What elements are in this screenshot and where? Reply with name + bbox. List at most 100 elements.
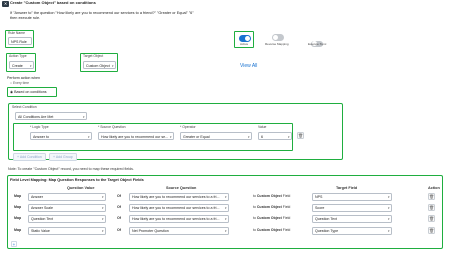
to-object-field-label: to Custom Object Field xyxy=(253,216,291,220)
condition-value-select[interactable]: 6 ▾ xyxy=(258,132,292,140)
chevron-down-icon: ▾ xyxy=(224,195,227,200)
source-question-value: Net Promoter Question xyxy=(132,229,169,234)
based-on-conditions-label: Based on conditions xyxy=(14,89,47,94)
chevron-down-icon: ▾ xyxy=(101,217,104,222)
chevron-down-icon: ▾ xyxy=(224,217,227,222)
question-value-select[interactable]: Question Text ▾ xyxy=(28,214,106,223)
rule-description-title: Create "Custom Object" based on conditio… xyxy=(10,0,96,5)
reverse-mapping-label: Reverse Mapping xyxy=(265,42,289,46)
close-icon: ✕ xyxy=(3,1,8,6)
question-value-header: Question Value xyxy=(67,186,95,190)
operator-select[interactable]: Greater or Equal ▾ xyxy=(180,132,252,140)
question-value-select[interactable]: Answer ▾ xyxy=(28,192,106,201)
logic-type-value: Answer to xyxy=(33,134,49,139)
chevron-down-icon: ▾ xyxy=(101,195,104,200)
source-question-select[interactable]: How likely are you to recommend our serv… xyxy=(129,192,229,201)
action-type-label: Action Type xyxy=(9,54,27,58)
operator-header: * Operator xyxy=(180,125,196,129)
target-field-select[interactable]: Score ▾ xyxy=(312,203,392,212)
map-label: Map xyxy=(14,205,22,209)
every-time-radio-icon: ○ xyxy=(10,81,13,85)
rule-description-suffix: then execute rule. xyxy=(10,16,41,20)
target-field-select[interactable]: NPS ▾ xyxy=(312,192,392,201)
chevron-down-icon: ▾ xyxy=(29,63,32,68)
operator-value: Greater or Equal xyxy=(183,134,210,139)
field-mapping-title: Field Level Mapping: Map Question Respon… xyxy=(10,178,144,182)
map-label: Map xyxy=(14,216,22,220)
add-group-button[interactable]: + Add Group xyxy=(49,152,77,161)
chevron-down-icon: ▾ xyxy=(82,114,85,119)
map-label: Map xyxy=(14,228,22,232)
close-button[interactable]: ✕ xyxy=(2,1,9,7)
to-object-field-label: to Custom Object Field xyxy=(253,228,291,232)
add-mapping-row-button[interactable]: + xyxy=(11,241,17,247)
condition-value-value: 6 xyxy=(261,134,263,139)
select-condition-dropdown[interactable]: All Conditions Are Met ▾ xyxy=(15,112,87,120)
add-condition-button[interactable]: + Add Condition xyxy=(13,152,46,161)
mapping-row: Map Answer Scale ▾ Of How likely are you… xyxy=(8,203,444,212)
perform-action-title: Perform action when xyxy=(7,76,40,80)
chevron-down-icon: ▾ xyxy=(111,63,114,68)
select-condition-label: Select Condition xyxy=(12,105,37,109)
source-question-col-header: Source Question xyxy=(166,186,197,190)
delete-condition-button[interactable]: 🗑 xyxy=(297,132,304,139)
trash-icon: 🗑 xyxy=(429,216,435,221)
action-type-value: Create xyxy=(12,63,23,68)
based-on-conditions-radio-icon: ◉ xyxy=(10,89,14,94)
chevron-down-icon: ▾ xyxy=(387,217,390,222)
delete-mapping-button[interactable]: 🗑 xyxy=(428,193,435,200)
question-value-select[interactable]: Static Value ▾ xyxy=(28,226,106,235)
condition-source-question-select[interactable]: How likely are you to recommend our se..… xyxy=(98,132,174,140)
condition-group-box: * Logic Type * Source Question * Operato… xyxy=(13,123,293,151)
mapping-row: Map Question Text ▾ Of How likely are yo… xyxy=(8,214,444,223)
delete-mapping-button[interactable]: 🗑 xyxy=(428,215,435,222)
chevron-down-icon: ▾ xyxy=(101,229,104,234)
chevron-down-icon: ▾ xyxy=(224,206,227,211)
reverse-mapping-toggle[interactable] xyxy=(272,34,284,41)
based-on-conditions-option[interactable]: ◉ Based on conditions xyxy=(7,87,57,97)
every-time-option[interactable]: ○ Every time xyxy=(10,81,30,86)
delete-mapping-button[interactable]: 🗑 xyxy=(428,227,435,234)
question-value-value: Answer Scale xyxy=(31,206,53,211)
source-question-select[interactable]: How likely are you to recommend our serv… xyxy=(129,214,229,223)
target-field-select[interactable]: Question Text ▾ xyxy=(312,214,392,223)
execute-sync-label: Execute Sync xyxy=(308,42,327,46)
chevron-down-icon: ▾ xyxy=(387,229,390,234)
question-value-select[interactable]: Answer Scale ▾ xyxy=(28,203,106,212)
target-field-value: Question Text xyxy=(315,217,337,222)
chevron-down-icon: ▾ xyxy=(387,206,390,211)
delete-mapping-button[interactable]: 🗑 xyxy=(428,204,435,211)
target-object-select[interactable]: Custom Object ▾ xyxy=(83,61,116,69)
target-object-label: Target Object xyxy=(83,54,104,58)
action-type-select[interactable]: Create ▾ xyxy=(9,61,34,69)
of-label: Of xyxy=(117,216,121,220)
view-all-link[interactable]: View All xyxy=(240,63,257,70)
chevron-down-icon: ▾ xyxy=(224,229,227,234)
trash-icon: 🗑 xyxy=(298,133,304,138)
target-field-value: Score xyxy=(315,206,325,211)
source-question-value: How likely are you to recommend our serv… xyxy=(132,206,220,211)
rule-name-input[interactable]: NPS Rule xyxy=(8,37,32,45)
logic-type-header: * Logic Type xyxy=(30,125,49,129)
chevron-down-icon: ▾ xyxy=(287,134,290,139)
source-question-select[interactable]: How likely are you to recommend our serv… xyxy=(129,203,229,212)
action-type-group: Action Type Create ▾ xyxy=(6,53,36,72)
question-value-value: Question Text xyxy=(31,217,53,222)
mapping-row: Map Static Value ▾ Of Net Promoter Quest… xyxy=(8,226,444,235)
target-field-select[interactable]: Question Type ▾ xyxy=(312,226,392,235)
mapping-row: Map Answer ▾ Of How likely are you to re… xyxy=(8,192,444,201)
source-question-select[interactable]: Net Promoter Question ▾ xyxy=(129,226,229,235)
active-toggle-group: Active xyxy=(234,31,254,48)
select-condition-panel: Select Condition All Conditions Are Met … xyxy=(8,103,343,161)
rule-name-group: Rule Name NPS Rule xyxy=(5,30,34,48)
question-value-value: Answer xyxy=(31,195,43,200)
logic-type-select[interactable]: Answer to ▾ xyxy=(30,132,92,140)
of-label: Of xyxy=(117,194,121,198)
target-object-value: Custom Object xyxy=(86,63,110,68)
active-toggle[interactable] xyxy=(238,35,251,42)
chevron-down-icon: ▾ xyxy=(87,134,90,139)
every-time-label: Every time xyxy=(13,81,30,85)
to-object-field-label: to Custom Object Field xyxy=(253,194,291,198)
rule-name-label: Rule Name xyxy=(8,31,25,35)
source-question-value: How likely are you to recommend our serv… xyxy=(132,195,220,200)
